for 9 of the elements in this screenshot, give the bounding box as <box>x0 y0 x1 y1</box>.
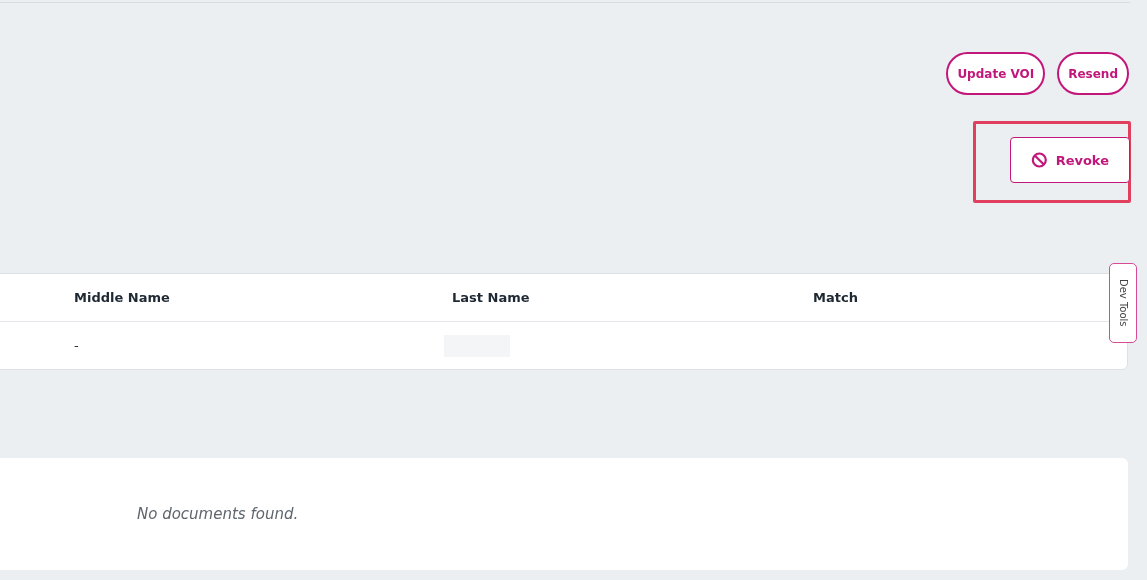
column-header: Middle Name <box>74 290 171 305</box>
dev-tools-tab[interactable]: Dev Tools <box>1109 263 1137 343</box>
action-button[interactable]: Resend <box>1057 52 1129 95</box>
empty-message: No documents found. <box>137 505 299 523</box>
action-button[interactable]: Update VOI <box>946 52 1046 95</box>
prohibited-icon <box>1031 150 1048 170</box>
revoke-button[interactable]: Revoke <box>1010 137 1130 183</box>
table-cell: - <box>74 338 79 353</box>
column-header: Last Name <box>452 290 531 305</box>
